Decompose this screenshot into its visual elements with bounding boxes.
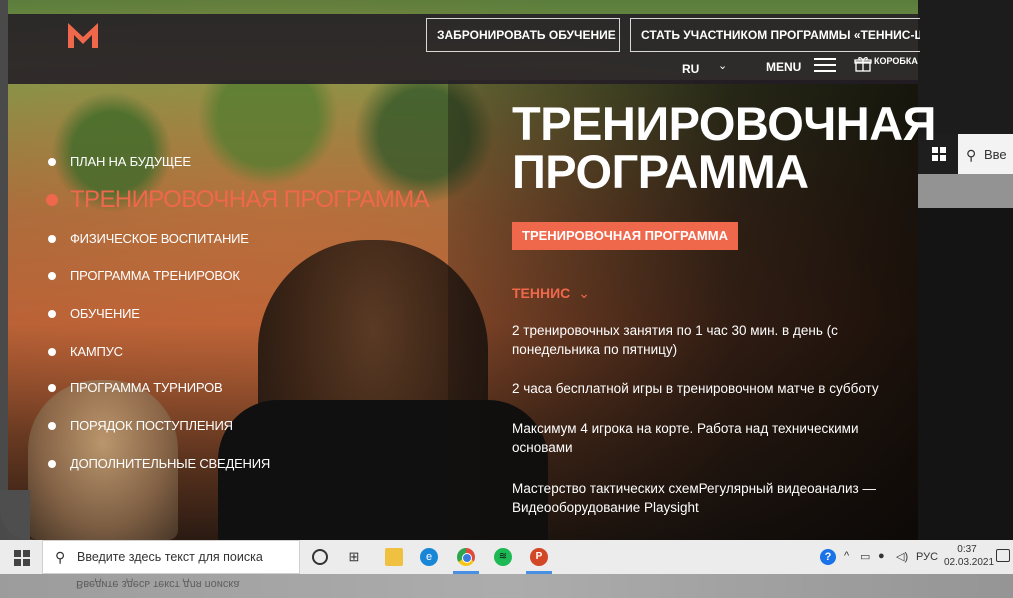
nav-item-training-program[interactable]: ТРЕНИРОВОЧНАЯ ПРОГРАММА (46, 186, 430, 214)
edge-icon[interactable]: e (420, 548, 438, 566)
chevron-down-icon: ⌄ (718, 60, 728, 72)
program-point: 2 тренировочных занятия по 1 час 30 мин.… (512, 323, 838, 357)
background-search-text: Вве (984, 147, 1007, 162)
nav-item-label: ПРОГРАММА ТРЕНИРОВОК (70, 268, 240, 283)
program-point: 2 часа бесплатной игры в тренировочном м… (512, 381, 879, 396)
powerpoint-icon[interactable]: P (530, 548, 548, 566)
page-title-line2: ПРОГРАММА (512, 145, 809, 198)
tennis-label: ТЕННИС (512, 285, 571, 301)
nav-item-label: ОБУЧЕНИЕ (70, 306, 140, 321)
tennis-dropdown[interactable]: ТЕННИС ⌄ (512, 285, 590, 302)
file-explorer-icon[interactable] (385, 548, 403, 566)
nav-item-physical-education[interactable]: ФИЗИЧЕСКОЕ ВОСПИТАНИЕ (48, 231, 249, 246)
nav-dot-icon (48, 157, 56, 166)
nav-item-admission[interactable]: ПОРЯДОК ПОСТУПЛЕНИЯ (48, 418, 233, 433)
clock[interactable]: 0:37 02.03.2021 (944, 543, 995, 569)
nav-item-label: ТРЕНИРОВОЧНАЯ ПРОГРАММА (70, 186, 430, 213)
book-training-button[interactable]: ЗАБРОНИРОВАТЬ ОБУЧЕНИЕ (426, 18, 620, 52)
become-member-button[interactable]: СТАТЬ УЧАСТНИКОМ ПРОГРАММЫ «ТЕННИС-ШК (630, 18, 920, 52)
nav-item-label: ПЛАН НА БУДУЩЕЕ (70, 154, 191, 169)
hamburger-menu-icon[interactable] (814, 58, 836, 72)
volume-icon[interactable]: ◁) (896, 550, 908, 563)
taskbar-search-input[interactable]: ⚲ Введите здесь текст для поиска (42, 540, 300, 574)
nav-item-label: ПРОГРАММА ТУРНИРОВ (70, 380, 223, 395)
nav-dot-icon (48, 383, 56, 392)
program-point: Максимум 4 игрока на корте. Работа над т… (512, 421, 859, 455)
battery-icon[interactable]: ▭ (860, 550, 870, 563)
clock-time: 0:37 (957, 544, 977, 555)
menu-label[interactable]: MENU (766, 60, 801, 74)
program-point: Мастерство тактических схемРегулярный ви… (512, 481, 876, 515)
site-logo[interactable] (66, 20, 100, 50)
language-label: RU (682, 62, 700, 76)
spotify-icon[interactable]: ≋ (494, 548, 512, 566)
nav-item-label: ФИЗИЧЕСКОЕ ВОСПИТАНИЕ (70, 231, 249, 246)
taskbar-reflection: Введите здесь текст для поиска (0, 574, 1013, 598)
nav-dot-icon (48, 421, 56, 430)
nav-dot-icon (48, 309, 56, 318)
windows-taskbar: ⚲ Введите здесь текст для поиска ⊞ e ≋ P… (0, 540, 1013, 574)
network-icon[interactable]: ● (878, 550, 885, 562)
cortana-icon[interactable] (312, 549, 328, 565)
gift-box-label[interactable]: КОРОБКА (874, 56, 918, 66)
taskbar-search-placeholder: Введите здесь текст для поиска (77, 550, 263, 564)
gift-icon[interactable] (854, 56, 872, 72)
site-header: ЗАБРОНИРОВАТЬ ОБУЧЕНИЕ СТАТЬ УЧАСТНИКОМ … (8, 14, 920, 84)
background-window: ⚲ Вве (918, 0, 1013, 540)
nav-dot-icon (48, 234, 56, 243)
search-icon: ⚲ (55, 549, 66, 565)
clock-date: 02.03.2021 (944, 557, 995, 568)
chevron-up-icon[interactable]: ^ (844, 550, 849, 562)
page-title: ТРЕНИРОВОЧНАЯ ПРОГРАММА (512, 100, 936, 196)
nav-dot-icon (48, 459, 56, 468)
notifications-icon[interactable] (996, 549, 1010, 562)
nav-item-additional-info[interactable]: ДОПОЛНИТЕЛЬНЫЕ СВЕДЕНИЯ (48, 456, 270, 471)
page-title-line1: ТРЕНИРОВОЧНАЯ (512, 97, 936, 150)
section-tag: ТРЕНИРОВОЧНАЯ ПРОГРАММА (512, 222, 738, 250)
search-icon: ⚲ (966, 147, 977, 163)
nav-item-tournaments[interactable]: ПРОГРАММА ТУРНИРОВ (48, 380, 223, 395)
screen: ⚲ Вве ЗАБРОНИРОВАТЬ ОБУЧЕНИЕ СТАТЬ УЧАСТ… (0, 0, 1013, 598)
input-language[interactable]: РУС (916, 551, 938, 563)
nav-item-label: ДОПОЛНИТЕЛЬНЫЕ СВЕДЕНИЯ (70, 456, 271, 471)
nav-item-label: КАМПУС (70, 344, 123, 359)
task-view-icon[interactable]: ⊞ (345, 548, 363, 566)
nav-dot-active-icon (46, 194, 58, 206)
nav-item-education[interactable]: ОБУЧЕНИЕ (48, 306, 140, 321)
reflection-text: Введите здесь текст для поиска (76, 578, 240, 590)
nav-dot-icon (48, 271, 56, 280)
nav-dot-icon (48, 347, 56, 356)
help-icon[interactable]: ? (820, 549, 836, 565)
chevron-down-icon: ⌄ (578, 285, 590, 301)
nav-item-future-plan[interactable]: ПЛАН НА БУДУЩЕЕ (48, 154, 191, 169)
nav-item-training-schedule[interactable]: ПРОГРАММА ТРЕНИРОВОК (48, 268, 240, 283)
language-selector[interactable]: RU ⌄ (682, 60, 727, 76)
chrome-icon[interactable] (457, 548, 475, 566)
nav-item-campus[interactable]: КАМПУС (48, 344, 123, 359)
start-button[interactable] (14, 550, 30, 566)
nav-item-label: ПОРЯДОК ПОСТУПЛЕНИЯ (70, 418, 233, 433)
